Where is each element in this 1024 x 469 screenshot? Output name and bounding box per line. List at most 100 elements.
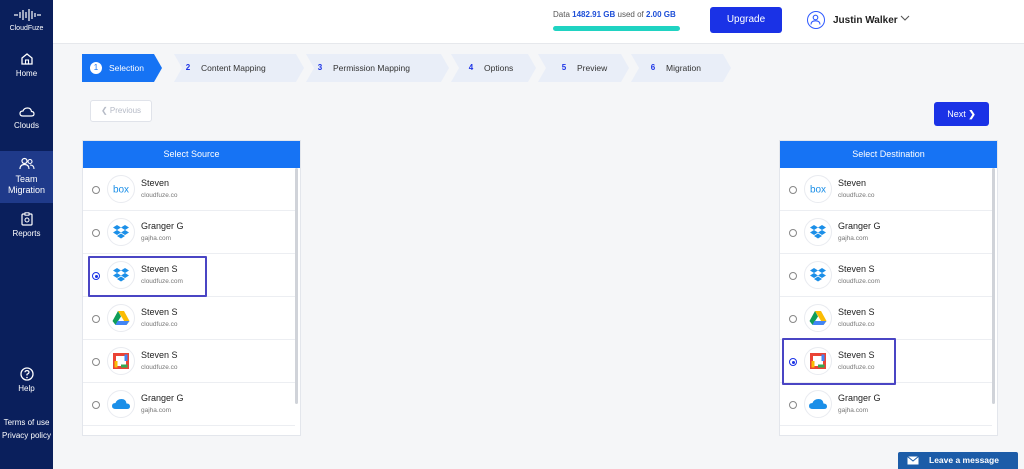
account-name: Steven S xyxy=(838,264,875,274)
sidebar: CloudFuze Home Clouds Team Migration Rep… xyxy=(0,0,53,469)
step-migration[interactable]: 6 Migration xyxy=(631,54,731,82)
source-selection-highlight xyxy=(88,256,207,297)
account-domain: cloudfuze.co xyxy=(141,364,178,371)
source-scrollbar[interactable] xyxy=(295,168,298,404)
sidebar-item-help[interactable]: Help xyxy=(0,367,53,393)
google-drive-logo-icon xyxy=(804,304,832,332)
step-label: Migration xyxy=(666,63,701,73)
destination-list: box Steven cloudfuze.co Granger G gajha.… xyxy=(780,168,997,435)
account-name: Steven xyxy=(141,178,170,188)
radio-button[interactable] xyxy=(92,358,100,366)
source-row[interactable]: Granger G gajha.com xyxy=(83,383,295,426)
cloudfuze-logo-icon xyxy=(13,9,41,21)
google-workspace-logo-icon xyxy=(107,347,135,375)
step-content-mapping[interactable]: 2 Content Mapping xyxy=(174,54,304,82)
svg-text:box: box xyxy=(113,185,129,195)
account-name: Steven S xyxy=(141,350,178,360)
onedrive-logo-icon xyxy=(804,390,832,418)
data-mid: used of xyxy=(617,10,644,19)
account-domain: gajha.com xyxy=(838,235,868,242)
step-selection[interactable]: 1 Selection xyxy=(82,54,162,82)
step-options[interactable]: 4 Options xyxy=(451,54,536,82)
previous-button[interactable]: ❮ Previous xyxy=(90,100,152,122)
step-number: 3 xyxy=(317,63,323,72)
radio-button[interactable] xyxy=(789,272,797,280)
source-panel-title: Select Source xyxy=(83,141,300,168)
dropbox-logo-icon xyxy=(107,218,135,246)
cloud-icon xyxy=(18,107,35,117)
sidebar-item-team-migration[interactable]: Team Migration xyxy=(0,151,53,203)
step-number: 6 xyxy=(650,63,656,72)
chevron-left-icon: ❮ xyxy=(100,106,108,115)
destination-row[interactable]: Steven S cloudfuze.co xyxy=(780,297,992,340)
sidebar-item-clouds[interactable]: Clouds xyxy=(0,106,53,130)
radio-button[interactable] xyxy=(92,186,100,194)
destination-row[interactable]: Steven S cloudfuze.com xyxy=(780,254,992,297)
box-logo-icon: box xyxy=(107,175,135,203)
destination-selection-highlight xyxy=(782,338,896,385)
sidebar-item-home[interactable]: Home xyxy=(0,52,53,78)
account-name: Steven S xyxy=(838,307,875,317)
svg-text:box: box xyxy=(810,185,826,195)
radio-button[interactable] xyxy=(92,315,100,323)
user-avatar-icon[interactable] xyxy=(807,11,825,29)
destination-scrollbar[interactable] xyxy=(992,168,995,404)
google-drive-logo-icon xyxy=(107,304,135,332)
source-list: box Steven cloudfuze.co Granger G gajha.… xyxy=(83,168,300,435)
next-button[interactable]: Next ❯ xyxy=(934,102,989,126)
data-used: 1482.91 GB xyxy=(572,10,616,19)
account-name: Steven S xyxy=(141,307,178,317)
privacy-link[interactable]: Privacy policy xyxy=(0,431,53,440)
account-name: Granger G xyxy=(141,393,184,403)
upgrade-button[interactable]: Upgrade xyxy=(710,7,782,33)
sidebar-item-label: Reports xyxy=(12,229,41,238)
radio-button[interactable] xyxy=(789,186,797,194)
onedrive-logo-icon xyxy=(107,390,135,418)
step-number: 1 xyxy=(90,62,102,74)
step-label: Options xyxy=(484,63,514,73)
source-row[interactable]: Steven S cloudfuze.co xyxy=(83,340,295,383)
account-domain: gajha.com xyxy=(141,235,171,242)
step-label: Content Mapping xyxy=(201,63,266,73)
account-domain: cloudfuze.co xyxy=(838,321,875,328)
account-name: Granger G xyxy=(838,393,881,403)
radio-button[interactable] xyxy=(789,401,797,409)
step-number: 2 xyxy=(185,63,191,72)
step-preview[interactable]: 5 Preview xyxy=(538,54,629,82)
sidebar-item-label: Home xyxy=(15,69,38,78)
brand-logo[interactable]: CloudFuze xyxy=(0,8,53,32)
step-label: Permission Mapping xyxy=(333,63,411,73)
source-row[interactable]: Granger G gajha.com xyxy=(83,211,295,254)
radio-button[interactable] xyxy=(92,401,100,409)
destination-panel: Select Destination box Steven cloudfuze.… xyxy=(779,140,998,436)
data-total: 2.00 GB xyxy=(646,10,676,19)
next-label: Next xyxy=(947,109,966,119)
destination-row[interactable]: Granger G gajha.com xyxy=(780,211,992,254)
step-number: 4 xyxy=(468,63,474,72)
sidebar-item-label: Clouds xyxy=(14,121,39,130)
step-permission-mapping[interactable]: 3 Permission Mapping xyxy=(306,54,449,82)
terms-link[interactable]: Terms of use xyxy=(0,418,53,427)
account-domain: gajha.com xyxy=(141,407,171,414)
step-label: Preview xyxy=(577,63,608,73)
account-domain: cloudfuze.co xyxy=(141,192,178,199)
source-row[interactable]: box Steven cloudfuze.co xyxy=(83,168,295,211)
radio-button[interactable] xyxy=(92,229,100,237)
step-label: Selection xyxy=(109,63,144,73)
source-row[interactable]: Steven S cloudfuze.co xyxy=(83,297,295,340)
dropbox-logo-icon xyxy=(804,218,832,246)
box-logo-icon: box xyxy=(804,175,832,203)
user-name[interactable]: Justin Walker xyxy=(833,15,898,26)
dropbox-logo-icon xyxy=(804,261,832,289)
top-bar: Data 1482.91 GB used of 2.00 GB Upgrade … xyxy=(53,0,1024,44)
radio-button[interactable] xyxy=(789,229,797,237)
destination-row[interactable]: Granger G gajha.com xyxy=(780,383,992,426)
data-usage-bar xyxy=(553,26,680,31)
destination-panel-title: Select Destination xyxy=(780,141,997,168)
radio-button[interactable] xyxy=(789,315,797,323)
leave-message-button[interactable]: Leave a message xyxy=(898,452,1018,469)
account-name: Steven xyxy=(838,178,867,188)
destination-row[interactable]: box Steven cloudfuze.co xyxy=(780,168,992,211)
chevron-down-icon[interactable] xyxy=(900,13,910,23)
sidebar-item-reports[interactable]: Reports xyxy=(0,212,53,238)
